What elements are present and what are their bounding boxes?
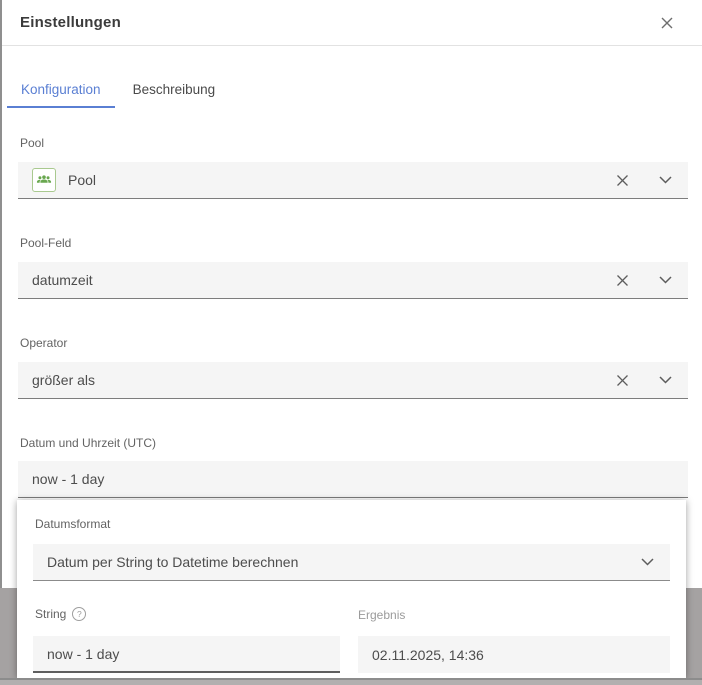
operator-select[interactable]: größer als — [18, 362, 688, 399]
result-value: 02.11.2025, 14:36 — [372, 647, 656, 663]
clear-x-icon[interactable] — [614, 272, 631, 289]
string-label: String — [35, 607, 66, 621]
pool-field-select[interactable]: datumzeit — [18, 262, 688, 299]
result-readonly-field: 02.11.2025, 14:36 — [358, 636, 670, 673]
dialog-header: Einstellungen — [2, 0, 702, 46]
datetime-utc-label: Datum und Uhrzeit (UTC) — [20, 436, 156, 450]
bottom-edge-strip — [0, 678, 702, 685]
operator-label: Operator — [20, 336, 67, 350]
dialog-title: Einstellungen — [20, 14, 121, 31]
tab-konfiguration[interactable]: Konfiguration — [7, 76, 115, 108]
operator-select-value: größer als — [32, 372, 614, 388]
result-label: Ergebnis — [358, 608, 405, 622]
string-label-row: String ? — [35, 607, 86, 621]
chevron-down-icon[interactable] — [639, 556, 656, 568]
pool-select-value: Pool — [68, 172, 614, 188]
tab-beschreibung[interactable]: Beschreibung — [119, 76, 230, 108]
close-icon[interactable] — [656, 12, 678, 34]
chevron-down-icon[interactable] — [657, 174, 674, 186]
screen: Einstellungen Konfiguration Beschreibung… — [0, 0, 702, 685]
date-format-select-value: Datum per String to Datetime berechnen — [47, 554, 639, 570]
string-expression-input[interactable] — [33, 636, 340, 673]
date-format-select[interactable]: Datum per String to Datetime berechnen — [33, 544, 670, 581]
pool-label: Pool — [20, 136, 44, 150]
pool-field-select-value: datumzeit — [32, 272, 614, 288]
chevron-down-icon[interactable] — [657, 274, 674, 286]
clear-x-icon[interactable] — [614, 172, 631, 189]
datetime-utc-input[interactable] — [18, 461, 688, 498]
pool-field-label: Pool-Feld — [20, 236, 71, 250]
chevron-down-icon[interactable] — [657, 374, 674, 386]
datetime-options-popup: Datumsformat Datum per String to Datetim… — [17, 500, 686, 678]
clear-x-icon[interactable] — [614, 372, 631, 389]
tab-bar: Konfiguration Beschreibung — [7, 76, 229, 108]
date-format-label: Datumsformat — [35, 517, 110, 531]
pool-select[interactable]: Pool — [18, 162, 688, 199]
help-circle-icon[interactable]: ? — [72, 607, 86, 621]
group-people-icon — [32, 168, 56, 192]
